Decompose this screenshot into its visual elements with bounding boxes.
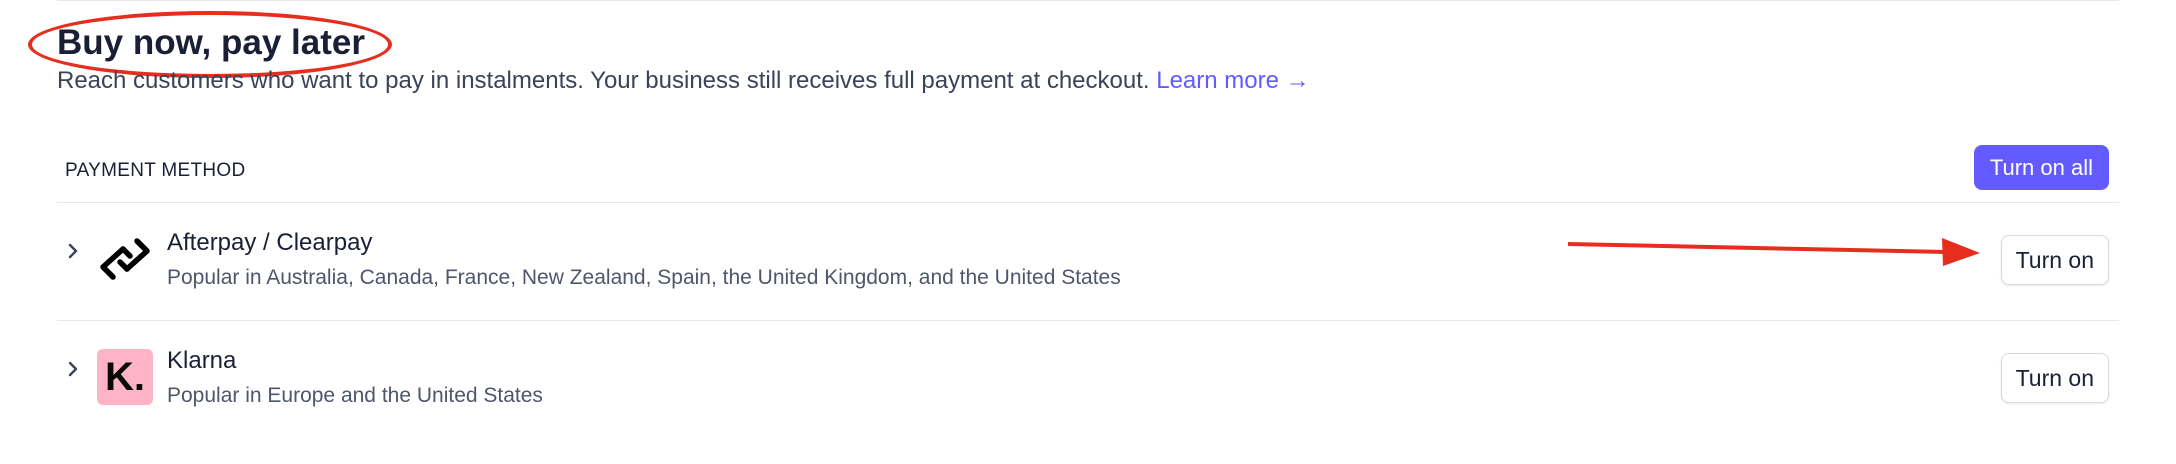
- payment-method-description: Popular in Europe and the United States: [167, 384, 543, 407]
- payment-method-name: Afterpay / Clearpay: [167, 229, 373, 256]
- turn-on-all-button[interactable]: Turn on all: [1973, 145, 2109, 190]
- description-text: Reach customers who want to pay in insta…: [57, 67, 1150, 94]
- payment-method-name: Klarna: [167, 347, 237, 374]
- page-description: Reach customers who want to pay in insta…: [57, 64, 1310, 98]
- column-header-payment-method: PAYMENT METHOD: [65, 160, 246, 181]
- learn-more-link[interactable]: Learn more →: [1156, 67, 1309, 94]
- page-title: Buy now, pay later: [57, 23, 365, 62]
- payment-method-row-klarna: K. Klarna Popular in Europe and the Unit…: [57, 320, 2119, 439]
- turn-on-afterpay-button[interactable]: Turn on: [2000, 235, 2109, 285]
- payment-method-description: Popular in Australia, Canada, France, Ne…: [167, 266, 1121, 289]
- chevron-right-icon[interactable]: [61, 239, 85, 263]
- chevron-right-icon[interactable]: [61, 357, 85, 381]
- payment-method-row-afterpay: Afterpay / Clearpay Popular in Australia…: [57, 202, 2119, 321]
- klarna-logo-icon: K.: [97, 349, 153, 405]
- table-header: PAYMENT METHOD Turn on all: [57, 140, 2119, 202]
- turn-on-klarna-button[interactable]: Turn on: [2000, 353, 2109, 403]
- afterpay-logo-icon: [100, 238, 150, 280]
- top-divider: [57, 0, 2119, 1]
